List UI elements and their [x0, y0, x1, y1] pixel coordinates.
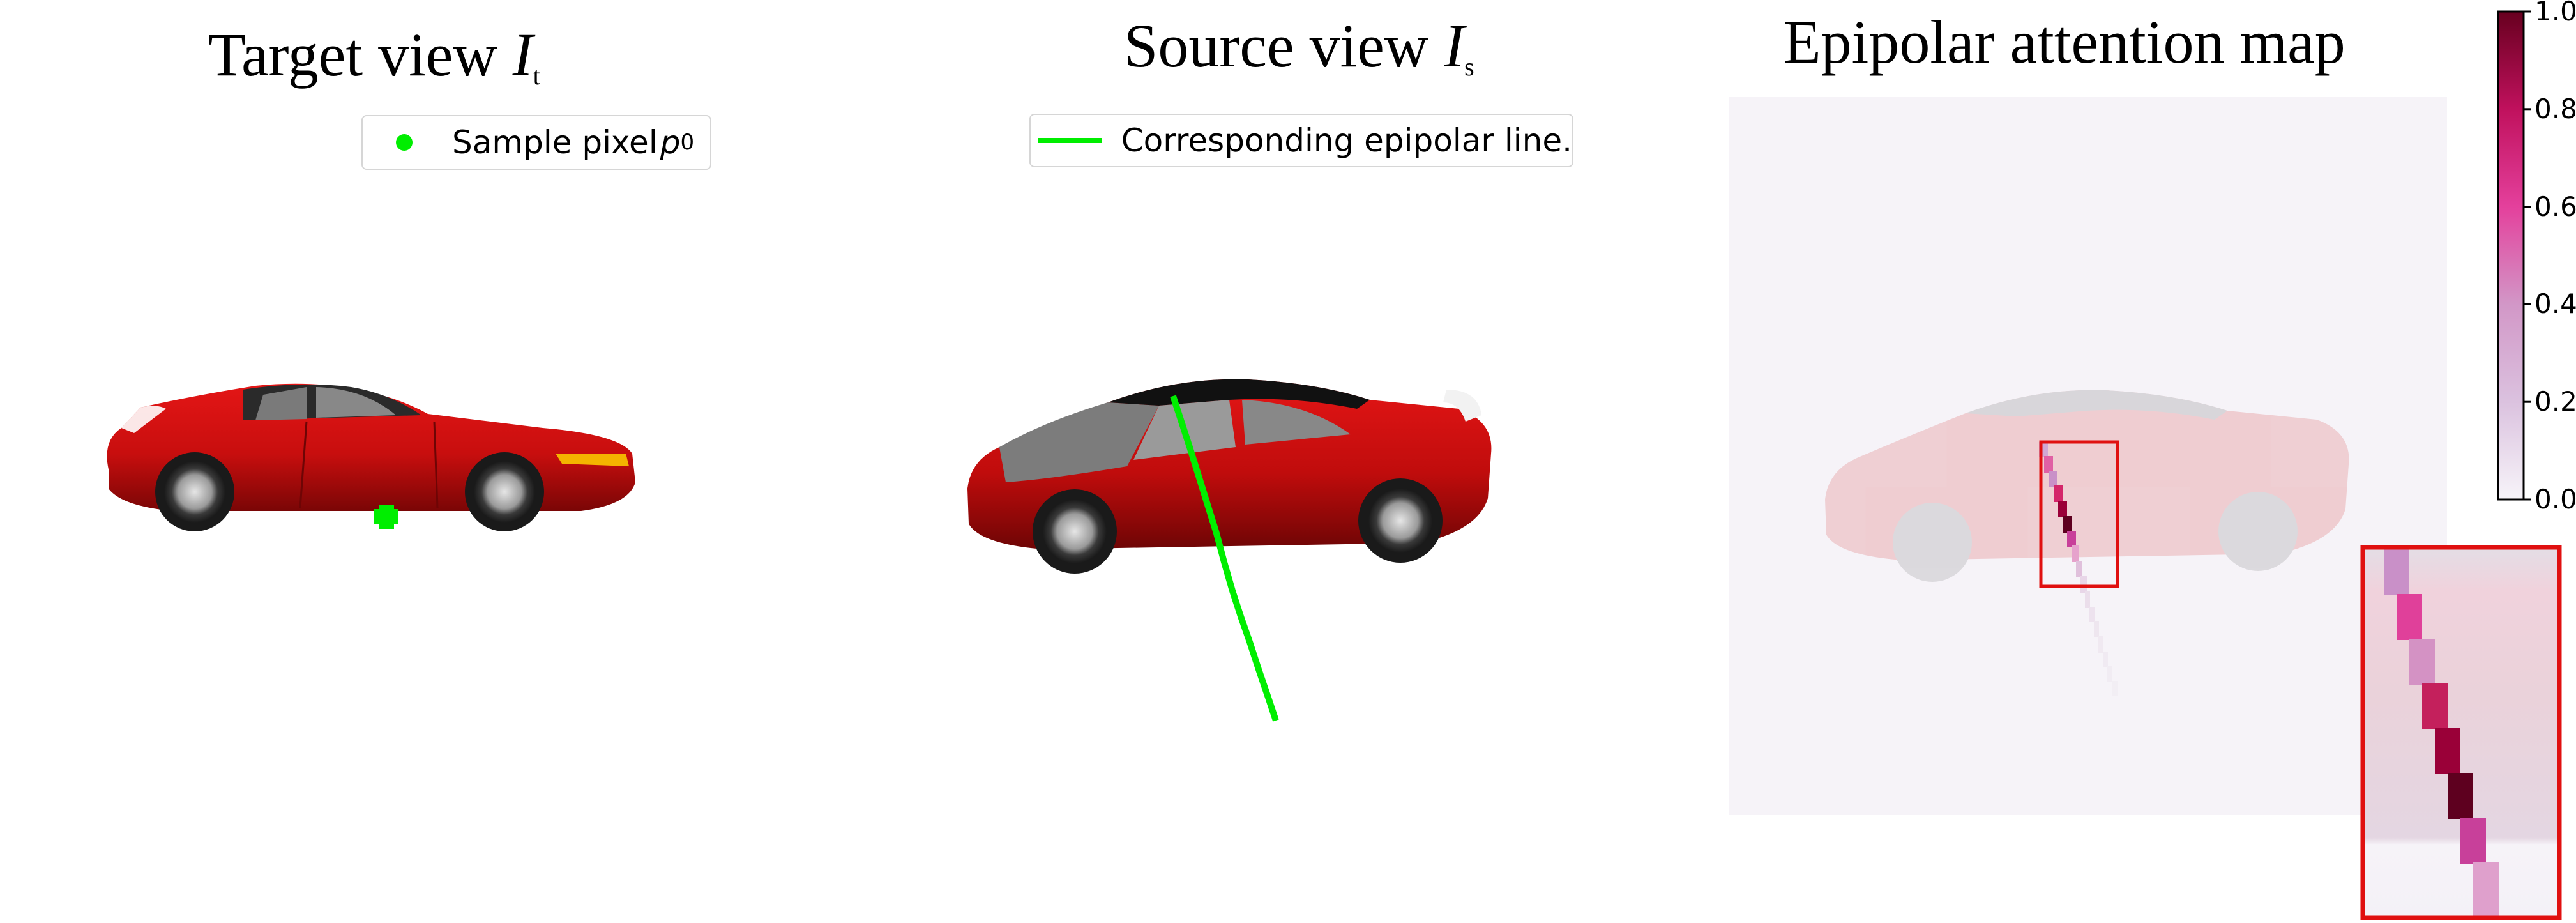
sample-pixel-sub: 0 — [680, 130, 695, 155]
source-title-text: Source view — [1124, 11, 1444, 80]
sample-pixel-marker-icon — [396, 134, 413, 151]
attention-map-image — [1729, 97, 2447, 815]
colorbar-ticks — [2524, 10, 2531, 501]
source-title-sub: s — [1464, 52, 1474, 81]
source-legend: Corresponding epipolar line. — [1029, 114, 1573, 167]
colorbar-tick-label: 1.0 — [2534, 0, 2576, 27]
colorbar-tick-label: 0.6 — [2534, 190, 2576, 222]
attention-map-title: Epipolar attention map — [1784, 8, 2345, 76]
target-car-illustration — [107, 383, 635, 531]
source-view-title: Source view Is — [1124, 15, 1474, 80]
epipolar-line-label: Corresponding epipolar line. — [1121, 122, 1572, 159]
source-car-illustration — [967, 379, 1492, 574]
colorbar-tick-label: 0.2 — [2534, 386, 2576, 418]
colorbar — [2497, 10, 2531, 501]
zoom-inset — [2360, 545, 2562, 920]
target-title-text: Target view — [208, 20, 513, 89]
target-view-title: Target view It — [208, 24, 540, 89]
sample-pixel-label: Sample pixel — [452, 124, 658, 161]
target-legend: Sample pixel p0 — [361, 115, 711, 170]
source-view-image — [967, 379, 1492, 722]
colorbar-tick-label: 0.0 — [2534, 484, 2576, 515]
epipolar-line-marker-icon — [1038, 138, 1102, 143]
source-title-var: I — [1444, 11, 1465, 80]
target-title-var: I — [512, 20, 533, 89]
colorbar-tick-label: 0.8 — [2534, 93, 2576, 125]
target-title-sub: t — [533, 61, 540, 90]
colorbar-tick-label: 0.4 — [2534, 288, 2576, 320]
sample-pixel-var: p — [660, 124, 681, 161]
target-view-image — [107, 383, 635, 531]
